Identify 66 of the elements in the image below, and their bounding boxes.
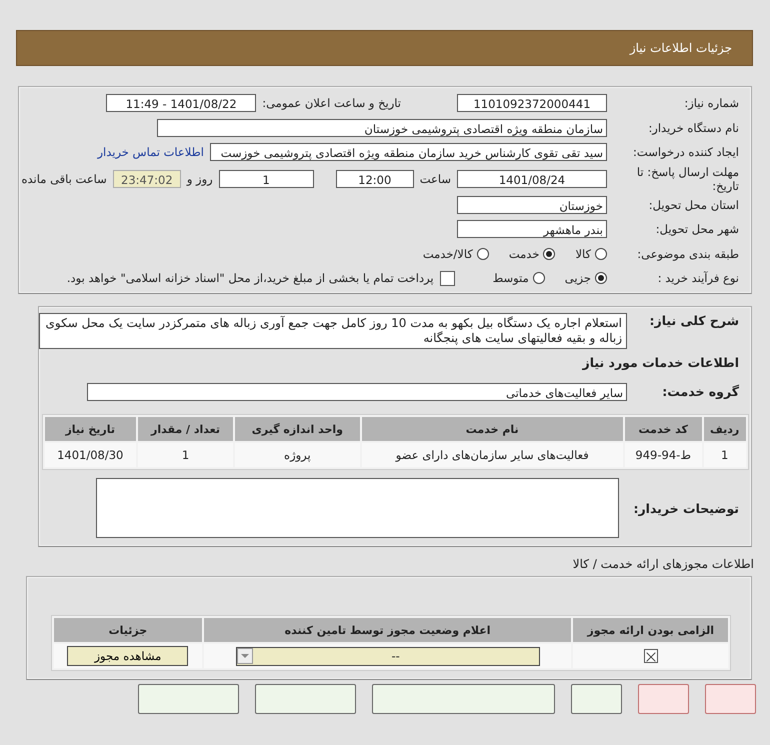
city-field: بندر ماهشهر [457,220,607,238]
deadline-time-field: 12:00 [336,170,414,188]
column-header: تاریخ نیاز [44,417,136,441]
deadline-date-field: 1401/08/24 [457,170,607,188]
section-title: اطلاعات مجوزهای ارائه خدمت / کالا [572,556,755,571]
action-button[interactable] [255,684,356,714]
checkbox[interactable] [440,270,455,286]
view-permit-button[interactable]: مشاهده مجوز [67,646,188,666]
column-header: اعلام وضعیت مجوز توسط تامین کننده [204,618,572,642]
column-header: کد خدمت [624,417,702,441]
radio-option[interactable]: کالا/خدمت [422,246,489,261]
need-number-field: 1101092372000441 [457,94,607,112]
announce-date-field: 1401/08/22 - 11:49 [106,94,256,112]
radio-option[interactable]: جزیی [564,271,607,286]
field-label: شرح کلی نیاز: [648,312,739,328]
column-header: الزامی بودن ارائه مجوز [573,618,728,642]
table-cell: 1 [704,443,746,467]
page-title: جزئیات اطلاعات نیاز [630,41,732,55]
action-button[interactable] [705,684,756,714]
payment-note: پرداخت تمام یا بخشی از مبلغ خرید،از محل "اسناد خزانه اسلامی" خواهد بود. [66,271,434,286]
column-header: ردیف [704,417,746,441]
action-button[interactable] [638,684,689,714]
contact-link[interactable]: اطلاعات تماس خریدار [97,145,204,160]
status-dropdown[interactable]: -- [236,646,540,666]
description-field: استعلام اجاره یک دستگاه بیل بکهو به مدت 10 روز کامل جهت جمع آوری زباله های متمرکزدر سایت یک محل سکوی زباله و بقیه فعالیتهای سایت های پنجگانه [39,312,627,348]
field-label: تاریخ و ساعت اعلان عمومی: [262,96,401,110]
column-header: تعداد / مقدار [138,417,233,441]
radio-button[interactable] [532,272,545,284]
section-title: اطلاعات خدمات مورد نیاز [581,354,740,372]
radio-option[interactable]: خدمت [508,246,556,261]
action-button[interactable] [571,684,622,714]
field-label: ایجاد کننده درخواست: [632,145,739,160]
radio-button[interactable] [543,248,556,260]
remaining-label: ساعت باقی مانده [22,172,107,186]
table-cell: 1 [138,443,233,467]
remaining-time-field: 23:47:02 [112,170,181,188]
days-label: روز و [186,172,213,186]
province-field: خوزستان [457,196,607,214]
days-field: 1 [218,170,314,188]
action-button[interactable] [138,684,239,714]
column-header: واحد اندازه گیری [235,417,360,441]
field-label: مهلت ارسال پاسخ: تا تاریخ: [636,164,739,192]
table-cell: 1401/08/30 [44,443,136,467]
action-button[interactable] [372,684,555,714]
field-label: استان محل تحویل: [648,198,739,212]
field-label: طبقه بندی موضوعی: [636,246,739,261]
time-label: ساعت [420,172,451,186]
table-cell: فعالیت‌های سایر سازمان‌های دارای عضو [362,443,623,467]
field-label: شماره نیاز: [683,96,739,110]
column-header: جزئیات [54,618,202,642]
buyer-org-field: سازمان منطقه ویژه اقتصادی پتروشیمی خوزستان [157,118,607,137]
table-cell: پروژه [235,443,360,467]
service-group-field: سایر فعالیت‌های خدماتی [87,382,627,401]
radio-button[interactable] [476,248,489,260]
radio-button[interactable] [595,272,607,284]
field-label: نام دستگاه خریدار: [647,120,739,135]
field-label: نوع فرآیند خرید : [656,271,739,286]
table-cell: ط-94-949 [624,443,702,467]
requester-field: سید تقی تقوی کارشناس خرید سازمان منطقه ویژه اقتصادی پتروشیمی خوزست [210,143,607,162]
field-label: شهر محل تحویل: [654,222,739,236]
radio-button[interactable] [595,248,607,260]
column-header: نام خدمت [362,417,623,441]
field-label: توضیحات خریدار: [633,500,739,516]
radio-option[interactable]: کالا [575,246,607,261]
field-label: گروه خدمت: [661,384,739,400]
radio-option[interactable]: متوسط [492,271,545,286]
